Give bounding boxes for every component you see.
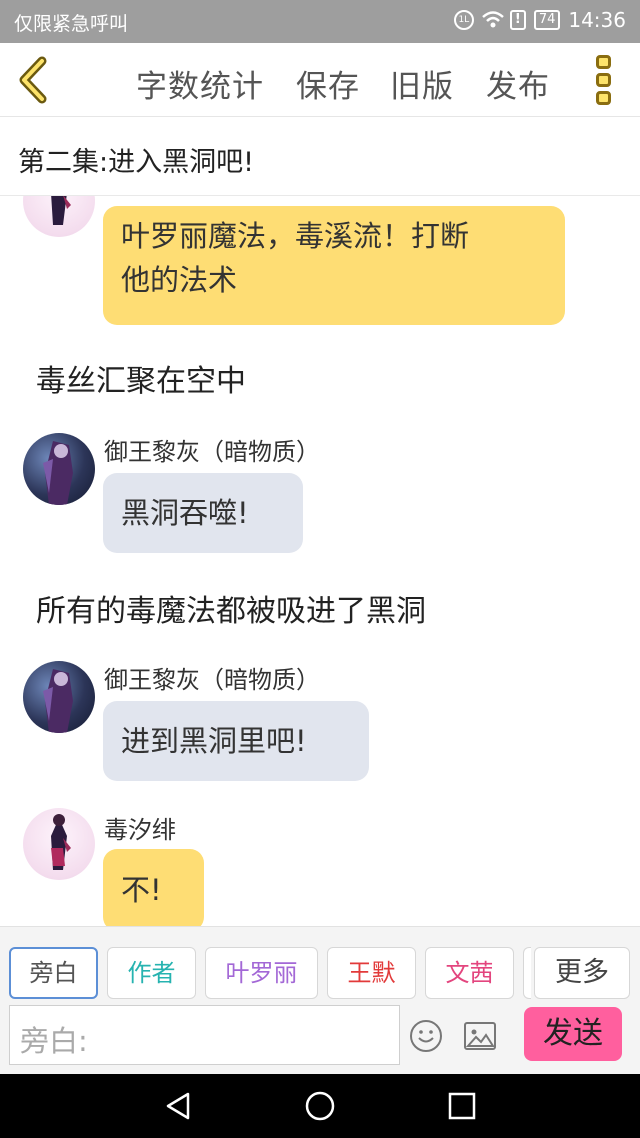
episode-title-bar: 第二集:进入黑洞吧! (0, 118, 640, 196)
back-button[interactable] (14, 55, 54, 105)
message-input[interactable]: 旁白: (9, 1005, 400, 1065)
bubble-text-line: 他的法术 (121, 263, 238, 297)
clock: 14:36 (568, 8, 626, 32)
status-icons: 1L ! 74 14:36 (453, 8, 626, 32)
save-button[interactable]: 保存 (296, 61, 360, 106)
more-menu-icon[interactable] (596, 55, 614, 107)
back-nav-icon[interactable] (162, 1090, 194, 1122)
chevron-left-icon (19, 56, 47, 104)
wifi-icon (481, 10, 504, 30)
image-icon[interactable] (464, 1022, 496, 1050)
bubble-text-line: 叶罗丽魔法，毒溪流！打断 (121, 219, 470, 253)
publish-button[interactable]: 发布 (486, 61, 550, 106)
old-version-button[interactable]: 旧版 (390, 61, 454, 106)
episode-title: 第二集:进入黑洞吧! (18, 147, 254, 178)
role-label: 王默 (347, 959, 396, 987)
speaker-name: 御王黎灰（暗物质） (104, 666, 320, 694)
role-yeluoli-button[interactable]: 叶罗丽 (205, 947, 318, 999)
avatar[interactable] (23, 661, 95, 733)
home-nav-icon[interactable] (304, 1090, 336, 1122)
role-narrator-button[interactable]: 旁白 (9, 947, 98, 999)
chat-bubble[interactable]: 叶罗丽魔法，毒溪流！打断 他的法术 (103, 206, 565, 325)
hd-call-icon: 1L (453, 10, 474, 30)
role-hidden-button[interactable] (523, 947, 531, 999)
word-count-button[interactable]: 字数统计 (136, 61, 264, 106)
recents-nav-icon[interactable] (446, 1090, 478, 1122)
avatar[interactable] (23, 196, 95, 237)
narration-text[interactable]: 毒丝汇聚在空中 (36, 356, 246, 400)
top-toolbar: 字数统计 保存 旧版 发布 (0, 43, 640, 117)
input-placeholder: 旁白: (20, 1024, 88, 1058)
carrier-text: 仅限紧急呼叫 (14, 13, 129, 35)
emoji-icon[interactable] (410, 1020, 442, 1052)
avatar[interactable] (23, 808, 95, 880)
role-wangmo-button[interactable]: 王默 (327, 947, 416, 999)
role-wenxi-button[interactable]: 文茜 (425, 947, 514, 999)
more-roles-button[interactable]: 更多 (534, 947, 630, 999)
chat-bubble[interactable]: 进到黑洞里吧! (103, 701, 369, 781)
chat-bubble[interactable]: 不! (103, 849, 204, 926)
send-button[interactable]: 发送 (524, 1007, 622, 1061)
role-label: 文茜 (445, 959, 494, 987)
speaker-name: 御王黎灰（暗物质） (104, 438, 320, 466)
alert-icon: ! (509, 10, 526, 30)
speaker-name: 毒汐绯 (104, 816, 176, 844)
chat-area[interactable]: 叶罗丽魔法，毒溪流！打断 他的法术 毒丝汇聚在空中 御王黎灰（暗物质） 黑洞吞噬… (0, 196, 640, 926)
role-label: 叶罗丽 (225, 959, 298, 987)
role-label: 更多 (555, 957, 609, 988)
role-selector-bar: 旁白 作者 叶罗丽 王默 文茜 更多 旁白: 发送 (0, 926, 640, 1074)
status-bar: 仅限紧急呼叫 1L ! 74 14:36 (0, 0, 640, 43)
battery-icon: 74 (533, 10, 561, 30)
role-author-button[interactable]: 作者 (107, 947, 196, 999)
role-label: 旁白 (29, 959, 78, 987)
chat-bubble[interactable]: 黑洞吞噬! (103, 473, 303, 553)
system-nav-bar (0, 1074, 640, 1138)
role-label: 作者 (127, 959, 176, 987)
avatar[interactable] (23, 433, 95, 505)
narration-text[interactable]: 所有的毒魔法都被吸进了黑洞 (36, 586, 426, 630)
